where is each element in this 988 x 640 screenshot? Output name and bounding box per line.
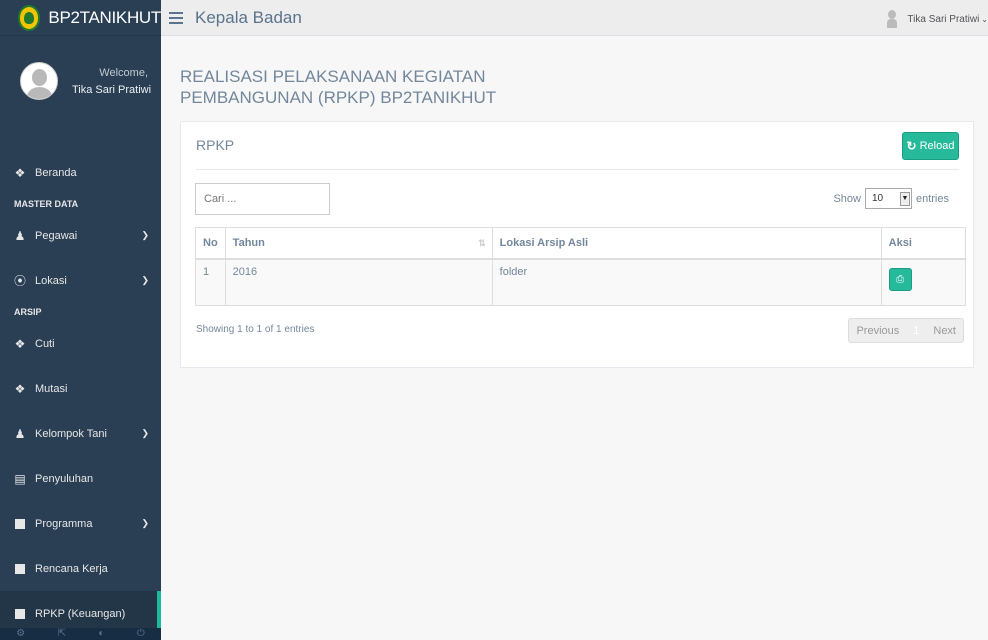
chevron-down-icon: ❯ [141,275,149,285]
sidebar-item-label: Pegawai [35,229,78,242]
server-icon: ▤ [14,471,26,486]
chevron-down-icon: ❯ [141,428,149,438]
chevron-down-icon: ❯ [141,518,149,528]
print-button[interactable]: ⎙ [888,267,912,291]
sidebar-profile: Welcome, Tika Sari Pratiwi [0,36,161,154]
power-icon[interactable]: ⏻ [137,628,145,640]
entries-label: entries [915,192,949,205]
page-size-control: Show 10 ▼ entries [833,188,949,209]
sidebar-item-label: Penyuluhan [35,472,94,485]
search-input[interactable] [195,183,330,215]
sidebar-item-rencana-kerja[interactable]: Rencana Kerja [0,546,161,591]
column-header-lokasi[interactable]: Lokasi Arsip Asli [491,227,882,260]
chevron-down-icon: ❯ [141,230,149,240]
user-icon [887,10,898,28]
refresh-icon: ↻ [906,139,917,153]
sidebar-item-label: Kelompok Tani [35,427,107,440]
compass-icon: ⦿ [14,274,27,288]
sidebar-item-mutasi[interactable]: ❖ Mutasi [0,366,161,411]
sidebar-item-label: Cuti [35,337,55,350]
brand-name: BP2TANIKHUT [48,7,161,27]
sidebar-item-penyuluhan[interactable]: ▤ Penyuluhan [0,456,161,501]
home-icon: ❖ [14,381,26,396]
file-icon [14,563,26,575]
sidebar-item-label: Rencana Kerja [35,562,108,575]
user-icon: ♟ [14,228,26,243]
page-button[interactable]: 1 [906,319,927,342]
page-size-value: 10 [871,193,884,204]
pagination: Previous 1 Next [848,318,964,343]
sidebar: BP2TANIKHUT Welcome, Tika Sari Pratiwi ❖… [0,0,161,640]
welcome-text: Welcome, [99,67,148,79]
eye-slash-icon[interactable]: ◐ [98,628,104,640]
page-title: REALISASI PELAKSANAAN KEGIATAN PEMBANGUN… [180,67,497,107]
sidebar-item-cuti[interactable]: ❖ Cuti [0,321,161,366]
file-icon [14,608,26,620]
sidebar-item-label: Programma [35,517,93,530]
column-header-label: Tahun [232,236,265,249]
sidebar-footer: ⚙ ⇱ ◐ ⏻ [0,628,161,640]
sidebar-item-programma[interactable]: Programma ❯ [0,501,161,546]
user-menu[interactable]: Tika Sari Pratiwi ⌄ [887,10,988,28]
sidebar-item-label: RPKP (Keuangan) [35,607,126,620]
rpkp-table: No Tahun ⇅ Lokasi Arsip Asli Aksi 1 2016… [195,227,967,306]
brand[interactable]: BP2TANIKHUT [0,0,161,36]
top-nav-title: Kepala Badan [195,7,302,27]
home-icon: ❖ [14,165,26,180]
previous-button[interactable]: Previous [849,319,906,342]
sidebar-item-label: Mutasi [35,382,68,395]
home-icon: ❖ [14,336,26,351]
show-label: Show [833,192,861,205]
cell-aksi: ⎙ [880,258,967,306]
chevron-down-icon: ▼ [899,191,910,206]
reload-label: Reload [919,140,955,152]
settings-icon[interactable]: ⚙ [16,628,25,640]
sidebar-item-lokasi[interactable]: ⦿ Lokasi ❯ [0,258,161,303]
print-icon: ⎙ [896,273,905,285]
brand-logo-icon [18,4,41,31]
fullscreen-icon[interactable]: ⇱ [58,628,66,640]
reload-button[interactable]: ↻ Reload [902,132,959,160]
users-icon: ♟ [14,426,26,441]
panel-title: RPKP [196,137,235,153]
divider [196,169,959,170]
profile-name: Tika Sari Pratiwi [72,84,152,96]
sidebar-item-kelompok-tani[interactable]: ♟ Kelompok Tani ❯ [0,411,161,456]
sidebar-section-arsip: ARSIP [14,307,42,317]
top-nav: Kepala Badan Tika Sari Pratiwi ⌄ [161,0,988,36]
sort-icon: ⇅ [478,238,486,248]
sidebar-item-label: Lokasi [35,274,67,287]
sidebar-item-beranda[interactable]: ❖ Beranda [0,150,161,195]
avatar [20,62,58,100]
next-button[interactable]: Next [926,319,963,342]
chevron-down-icon: ⌄ [981,14,988,24]
user-name: Tika Sari Pratiwi [907,13,980,25]
table-info: Showing 1 to 1 of 1 entries [196,324,315,335]
cell-no: 1 [195,258,226,306]
column-header-tahun[interactable]: Tahun ⇅ [224,227,493,260]
cell-lokasi: folder [491,258,882,306]
sidebar-menu: ❖ Beranda MASTER DATA ♟ Pegawai ❯ ⦿ Loka… [0,150,161,636]
menu-toggle-icon[interactable] [169,11,183,24]
sidebar-section-master-data: MASTER DATA [14,199,79,209]
column-header-no[interactable]: No [195,227,226,260]
sidebar-item-label: Beranda [35,166,77,179]
sidebar-item-pegawai[interactable]: ♟ Pegawai ❯ [0,213,161,258]
file-icon [14,518,26,530]
rpkp-panel: RPKP ↻ Reload Show 10 ▼ entries No Tahun… [180,121,974,368]
cell-tahun: 2016 [224,258,493,306]
column-header-aksi[interactable]: Aksi [880,227,967,260]
page-size-select[interactable]: 10 ▼ [864,188,912,209]
table-row: 1 2016 folder ⎙ [195,258,967,306]
